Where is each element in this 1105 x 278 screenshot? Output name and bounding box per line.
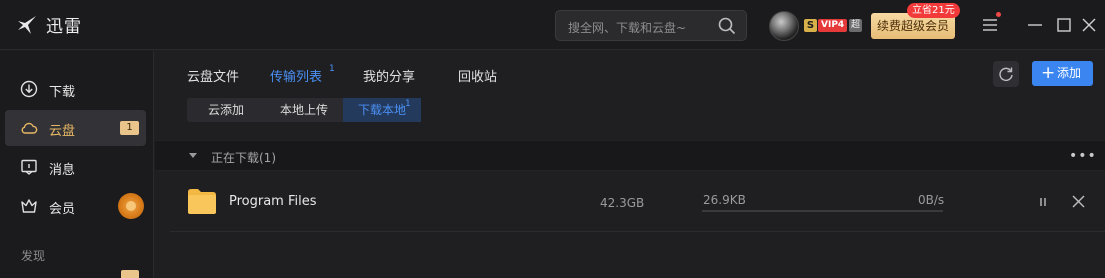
downloading-group-header[interactable]: 正在下载(1) ••• <box>155 140 1105 171</box>
notification-dot <box>996 12 1001 17</box>
sidebar: 下载 云盘 1 消息 会员 发现 <box>0 51 154 278</box>
remove-task-icon[interactable] <box>1071 194 1086 209</box>
promo-badge: 立省21元 <box>907 3 960 18</box>
downloaded-size: 26.9KB <box>703 193 746 207</box>
user-avatar[interactable] <box>769 11 799 41</box>
search-box[interactable]: 搜全网、下载和云盘~ <box>555 10 747 41</box>
medal-icon <box>118 193 144 219</box>
title-bar: 迅雷 搜全网、下载和云盘~ S VIP4 超 续费超级会员 立省21元 <box>0 0 1105 50</box>
sidebar-item-download[interactable]: 下载 <box>5 71 146 107</box>
thunder-bird-icon <box>18 15 36 34</box>
sidebar-partial-badge <box>121 270 139 278</box>
group-title: 正在下载(1) <box>211 151 276 165</box>
refresh-icon <box>999 67 1013 81</box>
menu-icon[interactable] <box>980 14 1002 36</box>
sidebar-item-cloud[interactable]: 云盘 1 <box>5 110 146 146</box>
minimize-icon[interactable] <box>1024 14 1046 36</box>
search-icon[interactable] <box>718 17 736 35</box>
sidebar-item-messages[interactable]: 消息 <box>5 149 146 185</box>
tab-my-shares[interactable]: 我的分享 <box>363 66 415 85</box>
search-placeholder: 搜全网、下载和云盘~ <box>568 21 687 35</box>
cloud-count-badge: 1 <box>120 121 139 135</box>
pause-icon[interactable] <box>1036 195 1050 209</box>
progress-bar <box>702 210 943 212</box>
cloud-icon <box>21 122 38 134</box>
add-button-label: 添加 <box>1057 66 1082 80</box>
transfer-list-count: 1 <box>329 64 335 74</box>
sidebar-item-label: 消息 <box>49 163 76 178</box>
folder-icon <box>188 189 216 214</box>
plus-icon: + <box>1041 63 1056 83</box>
download-icon <box>20 80 38 98</box>
download-speed: 0B/s <box>918 193 945 207</box>
maximize-icon[interactable] <box>1053 14 1075 36</box>
app-logo: 迅雷 <box>16 12 82 37</box>
vip-level-badge[interactable]: VIP4 <box>818 19 848 32</box>
app-title: 迅雷 <box>46 17 82 37</box>
sidebar-item-label: 云盘 <box>49 124 76 139</box>
sidebar-item-label: 会员 <box>49 202 76 217</box>
close-icon[interactable] <box>1078 14 1100 36</box>
file-size: 42.3GB <box>600 196 645 210</box>
segment-local-upload[interactable]: 本地上传 <box>265 98 343 122</box>
tab-cloud-files[interactable]: 云盘文件 <box>187 66 239 85</box>
add-button[interactable]: + 添加 <box>1032 61 1093 86</box>
segment-cloud-add[interactable]: 云添加 <box>187 98 265 122</box>
tab-recycle-bin[interactable]: 回收站 <box>458 66 497 85</box>
vip-s-badge: S <box>804 19 817 32</box>
super-vip-badge: 超 <box>849 19 862 32</box>
sidebar-item-vip[interactable]: 会员 <box>5 188 146 224</box>
crown-icon <box>21 199 37 213</box>
refresh-button[interactable] <box>993 61 1019 87</box>
transfer-segment-control: 云添加 本地上传 下载本地 1 <box>187 98 421 122</box>
message-icon <box>21 159 37 175</box>
main-panel: 云盘文件 传输列表 1 我的分享 回收站 + 添加 云添加 本地上传 下载本地 … <box>155 51 1105 278</box>
file-name: Program Files <box>229 194 317 209</box>
sidebar-item-label: 下载 <box>49 85 76 100</box>
tab-transfer-list[interactable]: 传输列表 <box>270 66 322 85</box>
caret-down-icon[interactable] <box>189 153 197 158</box>
download-row[interactable]: Program Files 42.3GB 26.9KB 0B/s <box>170 171 1105 232</box>
sidebar-section-discover: 发现 <box>21 249 46 263</box>
more-options-icon[interactable]: ••• <box>1069 148 1097 164</box>
download-local-count: 1 <box>405 99 411 109</box>
